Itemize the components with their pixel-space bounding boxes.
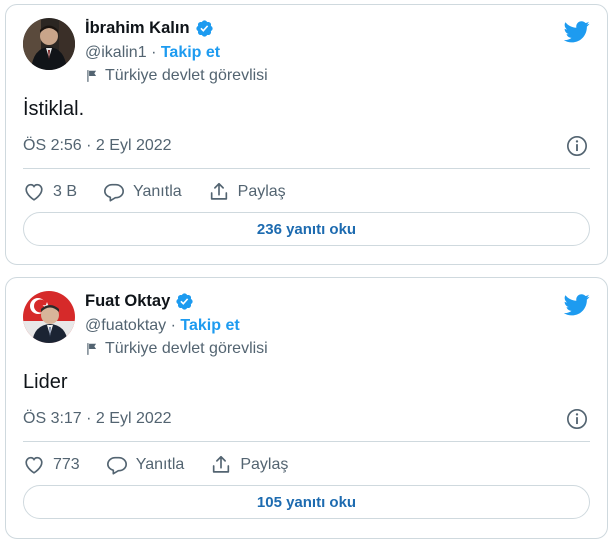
author-name-row: Fuat Oktay bbox=[85, 292, 194, 311]
tweet-timestamp[interactable]: ÖS 2:56 · 2 Eyl 2022 bbox=[23, 137, 172, 155]
heart-icon bbox=[23, 454, 45, 476]
share-button[interactable]: Paylaş bbox=[208, 181, 286, 203]
handle-row: @ikalin1 · Takip et bbox=[85, 44, 220, 62]
info-icon[interactable] bbox=[566, 135, 588, 162]
reply-button[interactable]: Yanıtla bbox=[103, 181, 182, 203]
reply-label: Yanıtla bbox=[133, 183, 182, 200]
read-replies-button[interactable]: 236 yanıtı oku bbox=[23, 212, 590, 246]
info-icon[interactable] bbox=[566, 408, 588, 435]
tweet-card: Fuat Oktay @fuatoktay · Takip et Türkiye… bbox=[5, 277, 608, 539]
like-count: 773 bbox=[53, 456, 80, 473]
author-handle[interactable]: @fuatoktay bbox=[85, 317, 166, 334]
follow-button[interactable]: Takip et bbox=[161, 44, 220, 61]
read-replies-button[interactable]: 105 yanıtı oku bbox=[23, 485, 590, 519]
tweet-text: İstiklal. bbox=[23, 98, 85, 120]
divider bbox=[23, 168, 590, 169]
share-label: Paylaş bbox=[240, 456, 289, 473]
share-label: Paylaş bbox=[237, 183, 286, 200]
action-bar: 3 B Yanıtla Paylaş bbox=[23, 178, 312, 206]
flag-icon bbox=[85, 69, 99, 83]
author-handle[interactable]: @ikalin1 bbox=[85, 44, 147, 61]
government-label: Türkiye devlet görevlisi bbox=[85, 67, 268, 85]
action-bar: 773 Yanıtla Paylaş bbox=[23, 451, 314, 479]
like-button[interactable]: 773 bbox=[23, 454, 80, 476]
author-name-row: İbrahim Kalın bbox=[85, 19, 214, 38]
divider bbox=[23, 441, 590, 442]
tweet-timestamp[interactable]: ÖS 3:17 · 2 Eyl 2022 bbox=[23, 410, 172, 428]
share-button[interactable]: Paylaş bbox=[210, 454, 288, 476]
separator-dot: · bbox=[170, 317, 176, 334]
speech-bubble-icon bbox=[106, 454, 128, 476]
share-icon bbox=[210, 454, 232, 476]
author-name[interactable]: İbrahim Kalın bbox=[85, 19, 190, 38]
handle-row: @fuatoktay · Takip et bbox=[85, 317, 240, 335]
verified-badge-icon bbox=[195, 19, 214, 38]
government-label-text: Türkiye devlet görevlisi bbox=[105, 67, 268, 84]
verified-badge-icon bbox=[175, 292, 194, 311]
tweet-card: İbrahim Kalın @ikalin1 · Takip et Türkiy… bbox=[5, 4, 608, 265]
reply-label: Yanıtla bbox=[135, 456, 185, 473]
government-label-text: Türkiye devlet görevlisi bbox=[105, 340, 268, 357]
tweet-text: Lider bbox=[23, 371, 68, 393]
avatar[interactable] bbox=[23, 291, 75, 343]
flag-icon bbox=[85, 342, 99, 356]
reply-button[interactable]: Yanıtla bbox=[106, 454, 185, 476]
share-icon bbox=[208, 181, 230, 203]
follow-button[interactable]: Takip et bbox=[180, 317, 239, 334]
like-button[interactable]: 3 B bbox=[23, 181, 77, 203]
government-label: Türkiye devlet görevlisi bbox=[85, 340, 268, 358]
heart-icon bbox=[23, 181, 45, 203]
separator-dot: · bbox=[151, 44, 157, 61]
like-count: 3 B bbox=[53, 183, 78, 200]
author-name[interactable]: Fuat Oktay bbox=[85, 292, 170, 311]
twitter-bird-icon[interactable] bbox=[563, 294, 590, 321]
speech-bubble-icon bbox=[103, 181, 125, 203]
twitter-bird-icon[interactable] bbox=[563, 21, 590, 48]
avatar[interactable] bbox=[23, 18, 75, 70]
